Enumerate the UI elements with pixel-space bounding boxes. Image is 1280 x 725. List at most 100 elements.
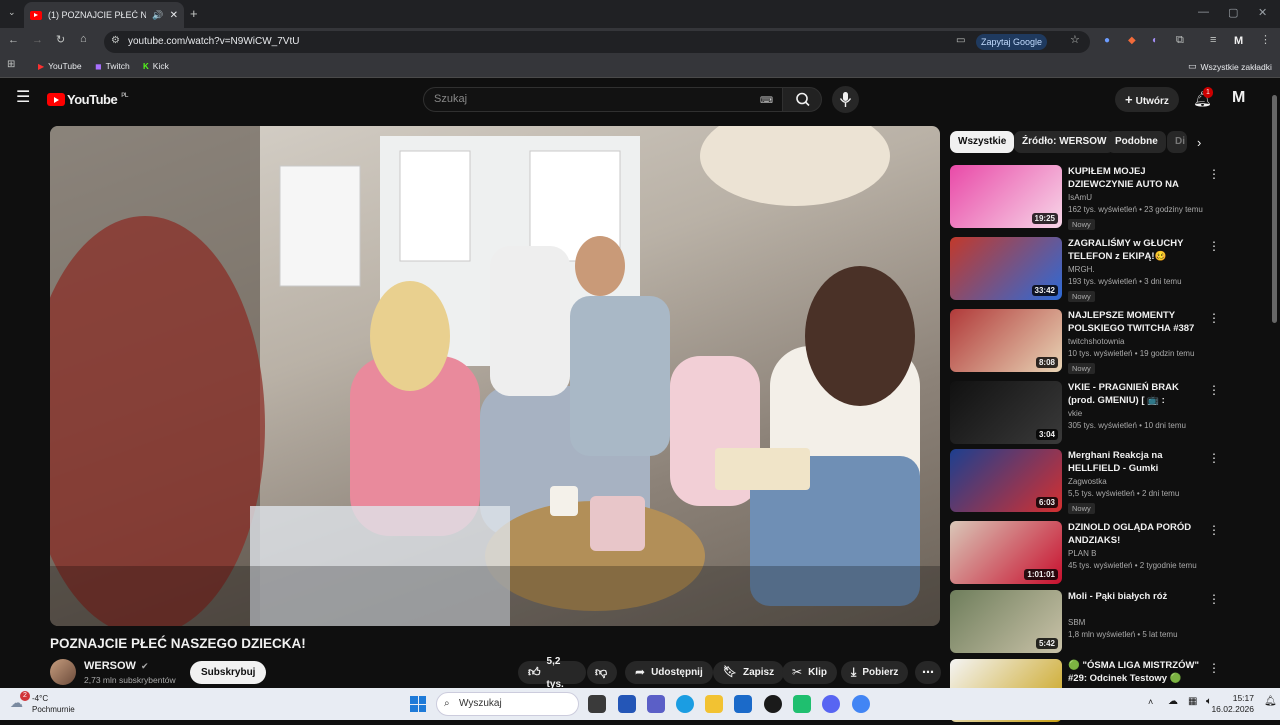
- folder-icon: ▭: [1188, 61, 1197, 71]
- extension-1-icon[interactable]: ●: [1104, 36, 1110, 46]
- microsoft-store-icon[interactable]: [734, 695, 752, 713]
- channel-avatar[interactable]: [50, 659, 76, 685]
- search-button[interactable]: [782, 87, 822, 112]
- close-window-icon[interactable]: ✕: [1258, 6, 1267, 19]
- reading-list-icon[interactable]: ≡: [1210, 35, 1216, 46]
- bookmark-star-icon[interactable]: ☆: [1070, 35, 1080, 46]
- minimize-icon[interactable]: —: [1198, 6, 1209, 18]
- video-thumbnail[interactable]: 5:42: [950, 590, 1062, 653]
- edge-icon[interactable]: [676, 695, 694, 713]
- ask-google-button[interactable]: Zapytaj Google: [976, 34, 1048, 50]
- bookmark-icon: 🔖︎: [723, 666, 737, 678]
- dislike-button[interactable]: 👎︎: [587, 661, 617, 684]
- video-thumbnail[interactable]: 33:42: [950, 237, 1062, 300]
- close-tab-icon[interactable]: ✕: [170, 10, 178, 21]
- video-player[interactable]: [50, 126, 940, 626]
- tray-chevron-up-icon[interactable]: ˄: [1148, 697, 1153, 707]
- chip-partial[interactable]: Di: [1167, 131, 1187, 153]
- notification-center-icon[interactable]: 🔔︎: [1264, 696, 1277, 707]
- guide-menu-icon[interactable]: ☰: [16, 90, 30, 106]
- like-button[interactable]: 👍︎ 5,2 tys.: [518, 656, 586, 690]
- browser-tab-strip: ⌄ (1) POZNAJCIE PŁEĆ NASZ... 🔊 ✕ + — ▢ ✕: [0, 0, 1280, 28]
- taskbar-search-input[interactable]: ⌕ Wyszukaj: [436, 692, 579, 716]
- more-options-icon[interactable]: ⋮: [1208, 592, 1220, 606]
- channel-name[interactable]: WERSOW ✔: [84, 660, 149, 672]
- maximize-icon[interactable]: ▢: [1228, 6, 1238, 19]
- recommendation-item[interactable]: 19:25 KUPIŁEM MOJEJ DZIEWCZYNIE AUTO NA W…: [950, 165, 1220, 231]
- more-options-icon[interactable]: ⋮: [1208, 311, 1220, 325]
- more-options-icon[interactable]: ⋮: [1208, 523, 1220, 537]
- video-thumbnail[interactable]: 8:08: [950, 309, 1062, 372]
- keyboard-icon[interactable]: ⌨: [760, 89, 773, 112]
- home-icon[interactable]: ⌂: [80, 34, 87, 45]
- youtube-logo[interactable]: YouTube PL: [47, 92, 128, 107]
- extension-3-icon[interactable]: ◐: [1152, 36, 1158, 46]
- url-text: youtube.com/watch?v=N9WiCW_7VtU: [128, 36, 300, 47]
- chevron-right-icon[interactable]: ›: [1197, 135, 1201, 150]
- download-button[interactable]: ⤓ Pobierz: [841, 661, 909, 684]
- extensions-puzzle-icon[interactable]: ⧉: [1176, 35, 1184, 46]
- start-windows-icon[interactable]: [410, 696, 426, 712]
- clip-button[interactable]: ✂ Klip: [782, 661, 837, 684]
- create-button[interactable]: + Utwórz: [1115, 87, 1179, 112]
- share-button[interactable]: ➦ Udostępnij: [625, 661, 713, 684]
- recommendation-item[interactable]: 33:42 ZAGRALIŚMY w GŁUCHY TELEFON z EKIPĄ…: [950, 237, 1220, 303]
- browser-tab[interactable]: (1) POZNAJCIE PŁEĆ NASZ... 🔊 ✕: [24, 2, 184, 28]
- site-info-icon[interactable]: ⚙: [111, 36, 120, 46]
- app-store-icon[interactable]: [618, 695, 636, 713]
- bookmark-kick[interactable]: K Kick: [143, 61, 169, 71]
- recommendation-item[interactable]: 5:42 Moli - Pąki białych róż SBM 1,8 mln wy…: [950, 590, 1220, 656]
- task-view-icon[interactable]: [588, 695, 606, 713]
- recommendation-item[interactable]: 3:04 VKIE - PRAGNIEŃ BRAK (prod. GMENIU) …: [950, 381, 1220, 447]
- more-options-icon[interactable]: ⋮: [1208, 167, 1220, 181]
- scrollbar-thumb[interactable]: [1272, 95, 1277, 323]
- file-explorer-icon[interactable]: [705, 695, 723, 713]
- notification-count-badge: 1: [1203, 87, 1213, 98]
- chip-from-channel[interactable]: Źródło: WERSOW: [1014, 131, 1115, 153]
- all-bookmarks[interactable]: ▭ Wszystkie zakładki: [1188, 61, 1272, 72]
- steam-icon[interactable]: [764, 695, 782, 713]
- teams-icon[interactable]: [647, 695, 665, 713]
- chip-all[interactable]: Wszystkie: [950, 131, 1015, 153]
- network-icon[interactable]: ▦: [1188, 696, 1197, 707]
- subscribe-button[interactable]: Subskrybuj: [190, 661, 267, 684]
- video-thumbnail[interactable]: 1:01:01: [950, 521, 1062, 584]
- apps-grid-icon[interactable]: ⊞: [7, 60, 15, 70]
- save-button[interactable]: 🔖︎ Zapisz: [713, 661, 785, 684]
- chrome-icon[interactable]: [852, 695, 870, 713]
- more-options-icon[interactable]: ⋮: [1208, 661, 1220, 675]
- discord-icon[interactable]: [822, 695, 840, 713]
- recommendation-item[interactable]: 6:03 Merghani Reakcja na HELLFIELD - Gumk…: [950, 449, 1220, 515]
- more-options-icon[interactable]: ⋮: [1208, 451, 1220, 465]
- bookmark-twitch[interactable]: ◼ Twitch: [95, 61, 130, 71]
- verified-check-icon: ✔: [141, 661, 149, 671]
- more-options-icon[interactable]: ⋮: [1208, 239, 1220, 253]
- recommendation-item[interactable]: 1:01:01 DZINOLD OGLĄDA PORÓD ANDZIAKS! PLA…: [950, 521, 1220, 587]
- address-bar[interactable]: ⚙ youtube.com/watch?v=N9WiCW_7VtU ▭ ☆: [104, 31, 1090, 53]
- speaker-icon[interactable]: 🔊: [152, 10, 163, 21]
- extension-2-icon[interactable]: ◆: [1128, 36, 1136, 46]
- browser-menu-icon[interactable]: ⋮: [1260, 35, 1271, 46]
- profile-avatar[interactable]: M: [1234, 35, 1243, 47]
- system-clock[interactable]: 15:17 16.02.2026: [1211, 693, 1254, 715]
- back-icon[interactable]: ←: [8, 35, 19, 46]
- new-tab-icon[interactable]: +: [190, 7, 198, 20]
- tab-search-icon[interactable]: ⌄: [8, 8, 16, 17]
- account-avatar[interactable]: M: [1232, 89, 1245, 107]
- more-actions-button[interactable]: ⋯: [915, 661, 941, 684]
- video-thumbnail[interactable]: 3:04: [950, 381, 1062, 444]
- video-thumbnail[interactable]: 19:25: [950, 165, 1062, 228]
- search-input[interactable]: Szukaj ⌨: [423, 87, 783, 112]
- video-thumbnail[interactable]: 6:03: [950, 449, 1062, 512]
- recommendation-item[interactable]: 8:08 NAJLEPSZE MOMENTY POLSKIEGO TWITCHA …: [950, 309, 1220, 375]
- more-options-icon[interactable]: ⋮: [1208, 383, 1220, 397]
- voice-search-button[interactable]: [832, 86, 859, 113]
- active-app-icon[interactable]: [793, 695, 811, 713]
- chip-related[interactable]: Podobne: [1107, 131, 1166, 153]
- bookmark-youtube[interactable]: ▶ YouTube: [38, 61, 82, 71]
- reload-icon[interactable]: ↻: [56, 35, 65, 46]
- recommendation-channel: Zagwostka: [1068, 477, 1107, 486]
- forward-icon[interactable]: →: [32, 35, 43, 46]
- cast-icon[interactable]: ▭: [956, 36, 965, 46]
- onedrive-icon[interactable]: ☁: [1168, 696, 1178, 707]
